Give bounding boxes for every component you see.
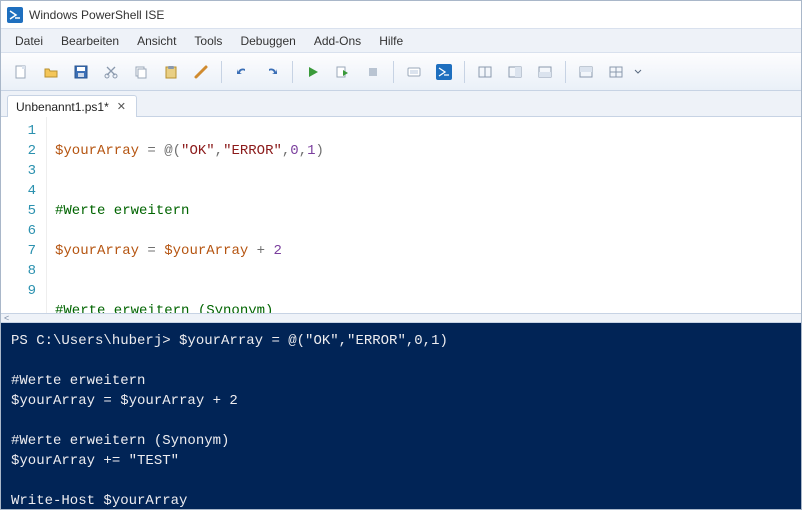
line-number: 7 — [1, 241, 36, 261]
line-number: 4 — [1, 181, 36, 201]
open-folder-icon[interactable] — [37, 58, 65, 86]
show-script-icon[interactable] — [572, 58, 600, 86]
code-line: $yourArray = $yourArray + 2 — [55, 241, 793, 261]
menu-datei[interactable]: Datei — [7, 32, 51, 50]
stop-icon[interactable] — [359, 58, 387, 86]
clear-icon[interactable] — [187, 58, 215, 86]
line-number: 9 — [1, 281, 36, 301]
titlebar: Windows PowerShell ISE — [1, 1, 801, 29]
line-number: 6 — [1, 221, 36, 241]
editor-tab[interactable]: Unbenannt1.ps1* ✕ — [7, 95, 137, 117]
menu-bearbeiten[interactable]: Bearbeiten — [53, 32, 127, 50]
menu-tools[interactable]: Tools — [186, 32, 230, 50]
console-output: PS C:\Users\huberj> $yourArray = @("OK",… — [11, 333, 448, 509]
toolbar-separator — [292, 61, 293, 83]
window-title: Windows PowerShell ISE — [29, 8, 164, 22]
new-file-icon[interactable] — [7, 58, 35, 86]
code-area[interactable]: $yourArray = @("OK","ERROR",0,1) #Werte … — [47, 117, 801, 313]
toolbar-separator — [464, 61, 465, 83]
line-number: 2 — [1, 141, 36, 161]
script-editor[interactable]: 1 2 3 4 5 6 7 8 9 $yourArray = @("OK","E… — [1, 117, 801, 313]
toolbar — [1, 53, 801, 91]
run-icon[interactable] — [299, 58, 327, 86]
pane-splitter[interactable]: < — [1, 313, 801, 323]
app-icon — [7, 7, 23, 23]
line-number: 1 — [1, 121, 36, 141]
paste-icon[interactable] — [157, 58, 185, 86]
line-number: 8 — [1, 261, 36, 281]
tabstrip: Unbenannt1.ps1* ✕ — [1, 91, 801, 117]
code-line: #Werte erweitern — [55, 201, 793, 221]
run-selection-icon[interactable] — [329, 58, 357, 86]
console-pane[interactable]: PS C:\Users\huberj> $yourArray = @("OK",… — [1, 323, 801, 509]
pane-both-icon[interactable] — [471, 58, 499, 86]
new-remote-icon[interactable] — [400, 58, 428, 86]
toolbar-separator — [393, 61, 394, 83]
tab-label: Unbenannt1.ps1* — [16, 100, 109, 114]
line-number: 5 — [1, 201, 36, 221]
powershell-icon[interactable] — [430, 58, 458, 86]
menu-ansicht[interactable]: Ansicht — [129, 32, 184, 50]
cut-icon[interactable] — [97, 58, 125, 86]
menu-hilfe[interactable]: Hilfe — [371, 32, 411, 50]
code-line: #Werte erweitern (Synonym) — [55, 301, 793, 313]
close-icon[interactable]: ✕ — [115, 100, 128, 113]
save-icon[interactable] — [67, 58, 95, 86]
menubar: Datei Bearbeiten Ansicht Tools Debuggen … — [1, 29, 801, 53]
line-gutter: 1 2 3 4 5 6 7 8 9 — [1, 117, 47, 313]
pane-right-icon[interactable] — [501, 58, 529, 86]
toolbar-separator — [221, 61, 222, 83]
menu-addons[interactable]: Add-Ons — [306, 32, 369, 50]
undo-icon[interactable] — [228, 58, 256, 86]
redo-icon[interactable] — [258, 58, 286, 86]
app-window: Windows PowerShell ISE Datei Bearbeiten … — [0, 0, 802, 510]
copy-icon[interactable] — [127, 58, 155, 86]
pane-bottom-icon[interactable] — [531, 58, 559, 86]
toolbar-separator — [565, 61, 566, 83]
chevron-left-icon: < — [4, 313, 9, 323]
code-line: $yourArray = @("OK","ERROR",0,1) — [55, 141, 793, 161]
line-number: 3 — [1, 161, 36, 181]
more-icon[interactable] — [632, 58, 644, 86]
show-command-icon[interactable] — [602, 58, 630, 86]
menu-debuggen[interactable]: Debuggen — [232, 32, 303, 50]
